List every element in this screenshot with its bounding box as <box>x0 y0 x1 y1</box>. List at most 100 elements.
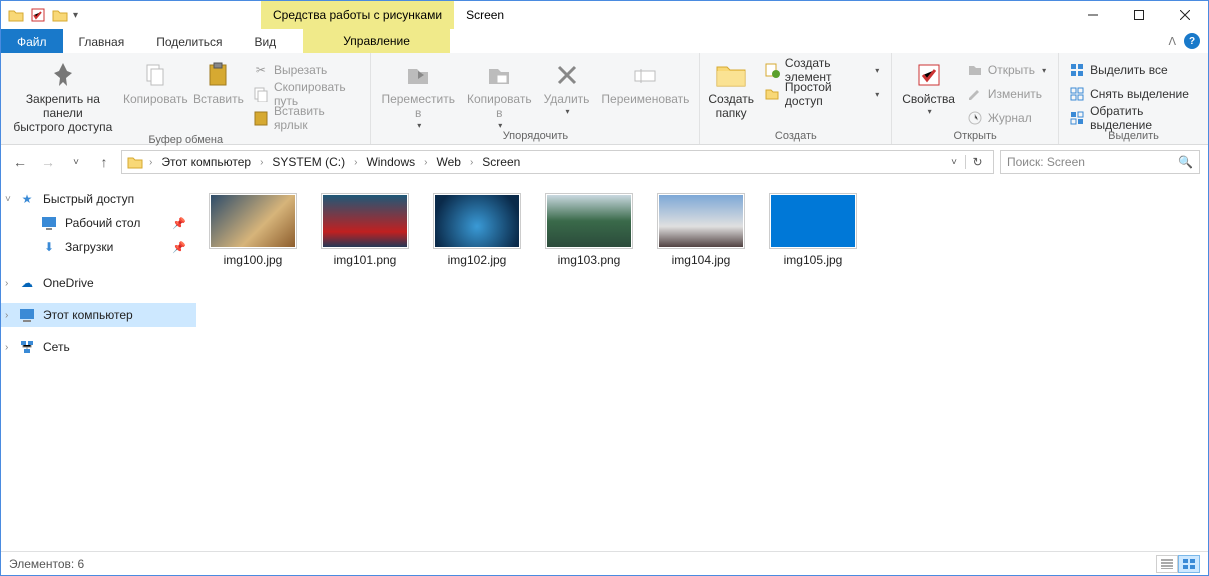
edit-button[interactable]: Изменить <box>963 83 1050 105</box>
properties-qat-icon[interactable] <box>29 6 47 24</box>
ribbon-tabs: Файл Главная Поделиться Вид Управление ᐱ… <box>1 29 1208 53</box>
close-button[interactable] <box>1162 1 1208 29</box>
qat-dropdown-icon[interactable]: ▾ <box>73 10 85 21</box>
move-to-icon <box>402 59 434 91</box>
group-open: Свойства▾ Открыть▾ Изменить <box>892 53 1059 144</box>
search-icon: 🔍 <box>1178 155 1193 169</box>
invert-icon <box>1069 110 1085 126</box>
paste-button[interactable]: Вставить <box>190 55 247 107</box>
thumbnail <box>545 193 633 249</box>
chevron-right-icon[interactable]: › <box>257 157 266 168</box>
breadcrumb-item[interactable]: Web <box>432 155 464 169</box>
rename-icon <box>629 59 661 91</box>
file-list[interactable]: img100.jpg img101.pngimg102.jpg img103.png… <box>196 179 1208 551</box>
properties-button[interactable]: Свойства▾ <box>896 55 961 116</box>
rename-button[interactable]: Переименовать <box>595 55 695 107</box>
minimize-ribbon-icon[interactable]: ᐱ <box>1168 35 1176 48</box>
new-item-button[interactable]: Создать элемент▾ <box>760 59 883 81</box>
address-dropdown-icon[interactable]: ˅ <box>945 157 963 168</box>
tab-view[interactable]: Вид <box>238 29 292 53</box>
folder-icon <box>126 153 144 171</box>
folder-qat-icon[interactable] <box>51 6 69 24</box>
file-name: img103.png <box>558 253 621 267</box>
file-item[interactable]: img103.png <box>542 193 636 267</box>
delete-button[interactable]: Удалить▾ <box>538 55 596 116</box>
nav-network[interactable]: › Сеть <box>1 335 196 359</box>
breadcrumb-item[interactable]: Screen <box>478 155 524 169</box>
up-button[interactable]: ↑ <box>93 151 115 173</box>
history-button[interactable]: Журнал <box>963 107 1050 129</box>
chevron-right-icon[interactable]: › <box>351 157 360 168</box>
easy-access-button[interactable]: Простой доступ▾ <box>760 83 883 105</box>
refresh-button[interactable]: ↻ <box>965 155 989 169</box>
select-none-button[interactable]: Снять выделение <box>1065 83 1200 105</box>
minimize-button[interactable] <box>1070 1 1116 29</box>
computer-icon <box>19 307 35 323</box>
history-icon <box>967 110 983 126</box>
search-input[interactable]: Поиск: Screen 🔍 <box>1000 150 1200 174</box>
new-folder-button[interactable]: Создать папку <box>704 55 758 121</box>
file-item[interactable]: img105.jpg <box>766 193 860 267</box>
tab-manage[interactable]: Управление <box>303 29 450 53</box>
status-bar: Элементов: 6 <box>1 551 1208 575</box>
desktop-icon <box>41 215 57 231</box>
breadcrumb-item[interactable]: SYSTEM (C:) <box>268 155 349 169</box>
file-name: img100.jpg <box>224 253 283 267</box>
tab-home[interactable]: Главная <box>63 29 141 53</box>
scissors-icon: ✂ <box>253 62 269 78</box>
folder-icon <box>7 6 25 24</box>
breadcrumb-item[interactable]: Windows <box>362 155 419 169</box>
chevron-down-icon: ▾ <box>1042 66 1046 75</box>
help-icon[interactable]: ? <box>1184 33 1200 49</box>
nav-desktop[interactable]: Рабочий стол 📌 <box>1 211 196 235</box>
cut-button[interactable]: ✂ Вырезать <box>249 59 363 81</box>
thumbnail <box>769 193 857 249</box>
file-item[interactable]: img101.png <box>318 193 412 267</box>
tab-share[interactable]: Поделиться <box>140 29 238 53</box>
nav-onedrive[interactable]: › ☁ OneDrive <box>1 271 196 295</box>
recent-locations-button[interactable]: ˅ <box>65 151 87 173</box>
pin-icon: 📌 <box>172 241 186 254</box>
properties-icon <box>913 59 945 91</box>
details-view-button[interactable] <box>1156 555 1178 573</box>
chevron-down-icon: ▾ <box>928 107 932 116</box>
expand-icon[interactable]: ˅ <box>5 194 11 205</box>
tab-file[interactable]: Файл <box>1 29 63 53</box>
paste-shortcut-icon <box>253 110 269 126</box>
new-item-icon <box>764 62 780 78</box>
file-item[interactable]: img100.jpg <box>206 193 300 267</box>
back-button[interactable]: ← <box>9 151 31 173</box>
thumbnails-view-button[interactable] <box>1178 555 1200 573</box>
chevron-right-icon[interactable]: › <box>421 157 430 168</box>
file-item[interactable]: img104.jpg <box>654 193 748 267</box>
breadcrumb-item[interactable]: Этот компьютер <box>157 155 255 169</box>
copy-path-button[interactable]: Скопировать путь <box>249 83 363 105</box>
paste-shortcut-button[interactable]: Вставить ярлык <box>249 107 363 129</box>
maximize-button[interactable] <box>1116 1 1162 29</box>
file-name: img104.jpg <box>672 253 731 267</box>
copy-to-button[interactable]: Копировать в▾ <box>461 55 538 130</box>
select-all-button[interactable]: Выделить все <box>1065 59 1200 81</box>
star-icon: ★ <box>19 191 35 207</box>
thumbnail <box>433 193 521 249</box>
open-button[interactable]: Открыть▾ <box>963 59 1050 81</box>
forward-button[interactable]: → <box>37 151 59 173</box>
expand-icon[interactable]: › <box>5 278 8 289</box>
pin-quick-access-button[interactable]: Закрепить на панели быстрого доступа <box>5 55 121 134</box>
chevron-right-icon[interactable]: › <box>467 157 476 168</box>
copy-button[interactable]: Копировать <box>121 55 190 107</box>
nav-downloads[interactable]: ⬇ Загрузки 📌 <box>1 235 196 259</box>
nav-quick-access[interactable]: ˅ ★ Быстрый доступ <box>1 187 196 211</box>
breadcrumb-bar[interactable]: › Этот компьютер › SYSTEM (C:) › Windows… <box>121 150 994 174</box>
expand-icon[interactable]: › <box>5 342 8 353</box>
invert-selection-button[interactable]: Обратить выделение <box>1065 107 1200 129</box>
chevron-down-icon: ▾ <box>875 90 879 99</box>
nav-this-pc[interactable]: › Этот компьютер <box>1 303 196 327</box>
expand-icon[interactable]: › <box>5 310 8 321</box>
navigation-pane: ˅ ★ Быстрый доступ Рабочий стол 📌 ⬇ Загр… <box>1 179 196 551</box>
chevron-right-icon[interactable]: › <box>146 157 155 168</box>
file-item[interactable]: img102.jpg <box>430 193 524 267</box>
move-to-button[interactable]: Переместить в▾ <box>375 55 461 130</box>
copy-icon <box>139 59 171 91</box>
item-count: Элементов: 6 <box>9 557 84 571</box>
